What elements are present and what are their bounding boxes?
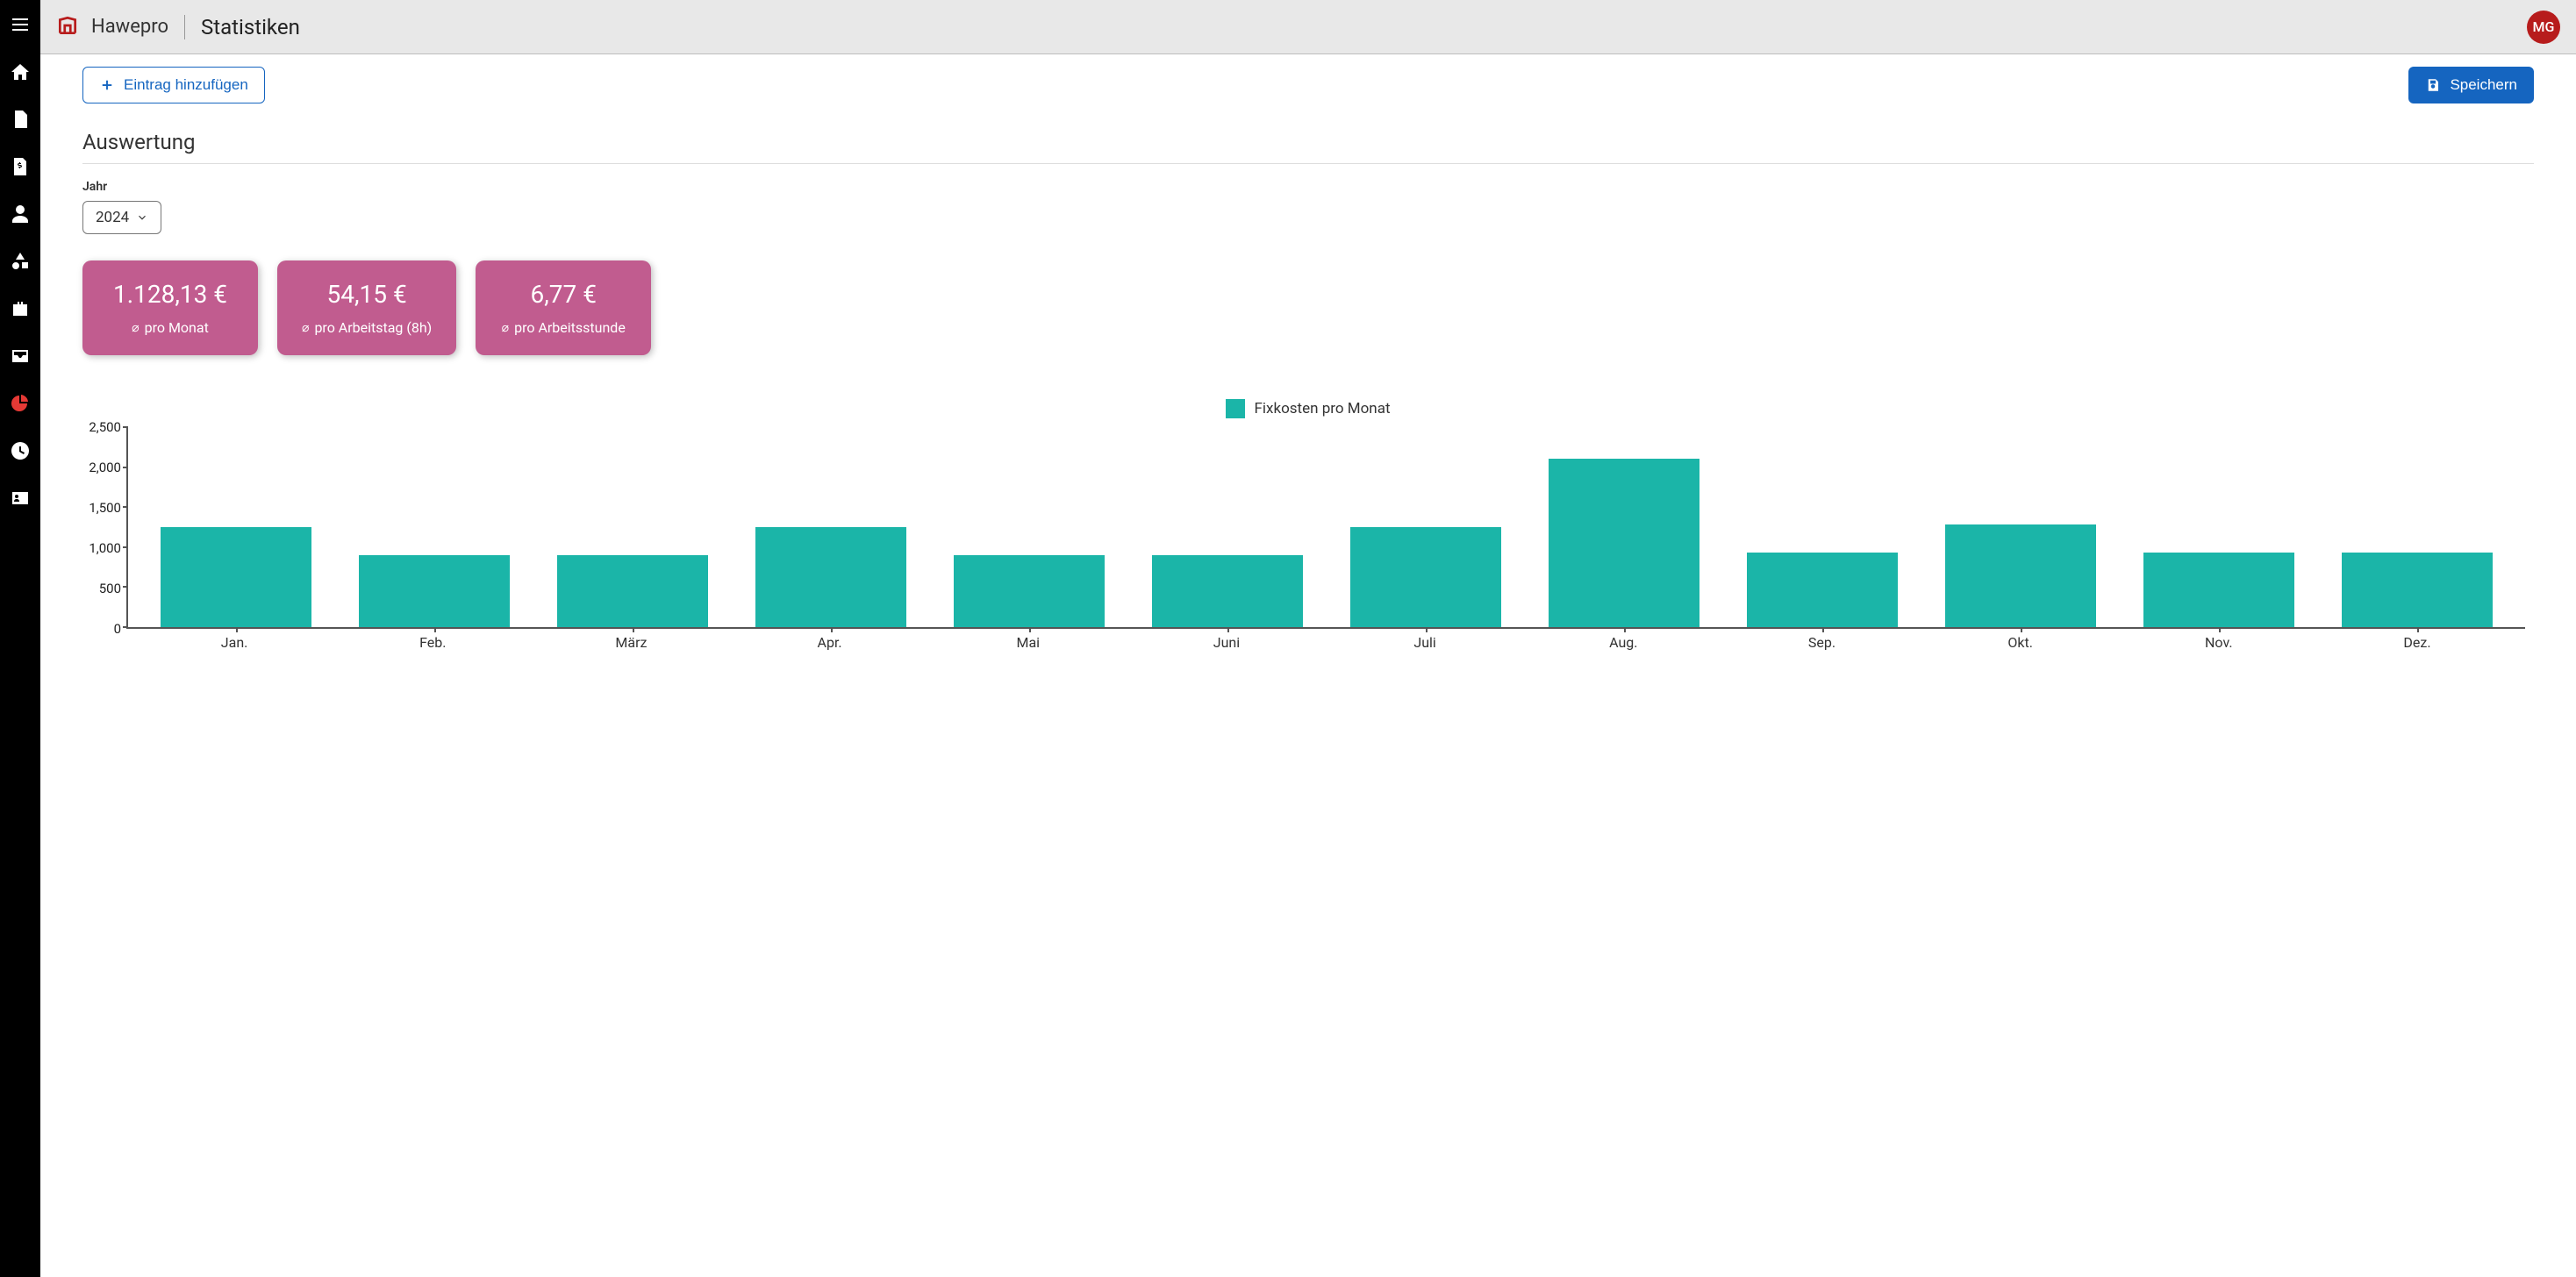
bar[interactable] — [2143, 553, 2294, 627]
nav-shapes[interactable] — [0, 246, 40, 277]
average-icon: ⌀ — [132, 321, 139, 335]
home-icon — [10, 61, 31, 82]
brand-name: Hawepro — [91, 16, 168, 38]
save-icon — [2425, 77, 2441, 93]
page-title: Statistiken — [201, 15, 300, 39]
user-icon — [10, 203, 31, 225]
toolbox-icon — [10, 298, 31, 319]
plus-icon — [99, 77, 115, 93]
contact-card-icon — [10, 488, 31, 509]
card-label: pro Arbeitsstunde — [514, 319, 626, 336]
stat-card-workday: 54,15 € ⌀ pro Arbeitstag (8h) — [277, 260, 456, 355]
title-divider — [184, 15, 185, 39]
x-label: Okt. — [1921, 629, 2120, 655]
x-label: Jan. — [135, 629, 333, 655]
nav-contacts[interactable] — [0, 482, 40, 514]
inbox-icon — [10, 346, 31, 367]
y-tick: 2,500 — [79, 419, 121, 435]
year-value: 2024 — [96, 209, 129, 226]
average-icon: ⌀ — [502, 321, 509, 335]
brand-logo-icon — [56, 14, 79, 40]
shapes-icon — [10, 251, 31, 272]
nav-documents[interactable] — [0, 103, 40, 135]
x-label: Sep. — [1722, 629, 1921, 655]
year-select[interactable]: 2024 — [82, 201, 161, 234]
nav-home[interactable] — [0, 56, 40, 88]
bar[interactable] — [2342, 553, 2493, 627]
bar[interactable] — [1945, 524, 2096, 627]
card-label: pro Arbeitstag (8h) — [314, 319, 432, 336]
y-tick: 2,000 — [79, 460, 121, 475]
nav-toolbox[interactable] — [0, 293, 40, 325]
bar[interactable] — [557, 555, 708, 627]
chevron-down-icon — [136, 211, 148, 224]
document-icon — [10, 109, 31, 130]
x-label: Feb. — [333, 629, 532, 655]
x-label: Mai — [929, 629, 1127, 655]
chart-legend: Fixkosten pro Monat — [82, 399, 2534, 418]
x-label: Nov. — [2120, 629, 2318, 655]
topbar: Hawepro Statistiken MG — [40, 0, 2576, 54]
nav-customers[interactable] — [0, 198, 40, 230]
stat-card-hour: 6,77 € ⌀ pro Arbeitsstunde — [476, 260, 651, 355]
x-label: Juni — [1127, 629, 1326, 655]
legend-label: Fixkosten pro Monat — [1254, 400, 1390, 417]
avatar[interactable]: MG — [2527, 11, 2560, 44]
bar[interactable] — [1549, 459, 1699, 627]
card-value: 6,77 € — [500, 280, 626, 309]
x-label: Apr. — [731, 629, 929, 655]
bar[interactable] — [1350, 527, 1501, 627]
sidebar — [0, 0, 40, 1277]
nav-time[interactable] — [0, 435, 40, 467]
x-label: Aug. — [1524, 629, 1722, 655]
clock-icon — [10, 440, 31, 461]
bar[interactable] — [359, 555, 510, 627]
add-entry-label: Eintrag hinzufügen — [124, 76, 248, 94]
x-label: Juli — [1326, 629, 1524, 655]
year-label: Jahr — [82, 180, 2534, 194]
stat-cards: 1.128,13 € ⌀ pro Monat 54,15 € ⌀ pro Arbei… — [82, 260, 2534, 355]
hamburger-icon — [10, 14, 31, 35]
save-label: Speichern — [2450, 76, 2517, 94]
bar-chart: 05001,0001,5002,0002,500 Jan.Feb.MärzApr… — [126, 427, 2525, 655]
invoice-icon — [10, 156, 31, 177]
bar[interactable] — [954, 555, 1105, 627]
stat-card-month: 1.128,13 € ⌀ pro Monat — [82, 260, 258, 355]
menu-toggle[interactable] — [0, 9, 40, 40]
x-label: Dez. — [2318, 629, 2516, 655]
pie-chart-icon — [10, 393, 31, 414]
section-title: Auswertung — [82, 130, 2534, 164]
nav-inbox[interactable] — [0, 340, 40, 372]
y-tick: 500 — [79, 581, 121, 596]
nav-invoices[interactable] — [0, 151, 40, 182]
y-tick: 1,000 — [79, 540, 121, 556]
add-entry-button[interactable]: Eintrag hinzufügen — [82, 67, 265, 103]
bar[interactable] — [1747, 553, 1898, 627]
legend-swatch — [1226, 399, 1245, 418]
y-tick: 0 — [79, 621, 121, 637]
card-label: pro Monat — [145, 319, 209, 336]
y-tick: 1,500 — [79, 500, 121, 516]
bar[interactable] — [1152, 555, 1303, 627]
bar[interactable] — [161, 527, 311, 627]
card-value: 1.128,13 € — [107, 280, 233, 309]
x-label: März — [532, 629, 730, 655]
bar[interactable] — [755, 527, 906, 627]
card-value: 54,15 € — [302, 280, 432, 309]
nav-statistics[interactable] — [0, 388, 40, 419]
save-button[interactable]: Speichern — [2408, 67, 2534, 103]
average-icon: ⌀ — [302, 321, 309, 335]
